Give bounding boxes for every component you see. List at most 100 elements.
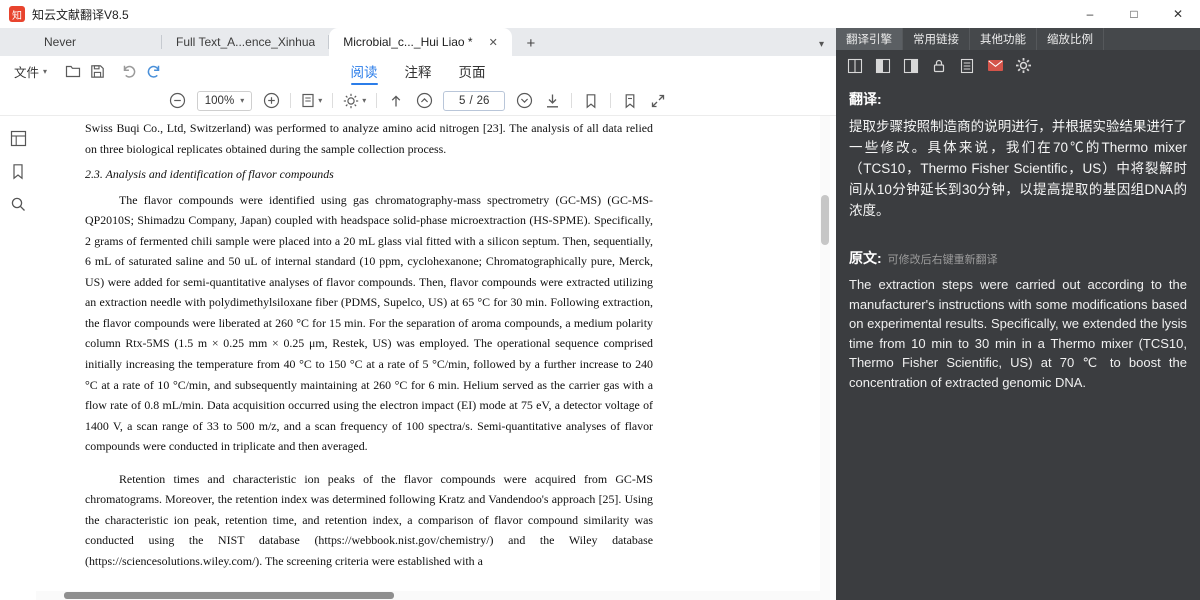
horizontal-scrollbar[interactable] — [36, 591, 820, 600]
bookmark-list-button[interactable] — [621, 90, 639, 112]
circle-chevron-up-icon — [416, 92, 433, 109]
left-pane-filled-icon — [875, 58, 891, 74]
window-controls: – □ ✕ — [1068, 0, 1200, 28]
lock-panel-button[interactable] — [930, 57, 948, 75]
app-logo-icon: 知 — [9, 6, 25, 22]
page-total: 26 — [477, 95, 490, 107]
chevron-down-icon: ▾ — [318, 96, 322, 105]
tab-translation-engine[interactable]: 翻译引擎 — [836, 28, 903, 50]
circle-plus-icon — [263, 92, 280, 109]
split-pane-icon — [847, 58, 863, 74]
source-label-row: 原文: 可修改后右键重新翻译 — [849, 248, 1187, 268]
source-text[interactable]: The extraction steps were carried out ac… — [849, 275, 1187, 392]
bookmark-lines-icon — [622, 93, 638, 109]
vertical-scrollbar-thumb[interactable] — [821, 195, 829, 245]
lock-icon — [931, 58, 947, 74]
brightness-dropdown[interactable]: ▾ — [343, 90, 366, 112]
view-mode-tabs: 阅读 注释 页面 — [0, 56, 836, 86]
previous-page-button[interactable] — [415, 90, 433, 112]
toolbar-separator — [571, 93, 572, 108]
tab-annotate[interactable]: 注释 — [405, 56, 432, 86]
search-icon — [10, 196, 27, 213]
thumbnails-icon — [10, 130, 27, 147]
bookmark-icon — [10, 163, 26, 180]
pdf-toolbar: 100% ▾ ▾ ▾ 5 / 26 — [0, 86, 836, 116]
section-heading[interactable]: 2.3. Analysis and identification of flav… — [85, 164, 653, 185]
tab-label: Never — [44, 35, 76, 49]
toolbar-separator — [290, 93, 291, 108]
layout-split-button[interactable] — [846, 57, 864, 75]
panel-icon-row — [836, 50, 1200, 78]
page-layout-icon — [301, 93, 315, 108]
tab-common-links[interactable]: 常用链接 — [903, 28, 970, 50]
next-page-button[interactable] — [515, 90, 533, 112]
right-pane-filled-icon — [903, 58, 919, 74]
feedback-mail-button[interactable] — [986, 57, 1004, 75]
minimize-button[interactable]: – — [1068, 0, 1112, 28]
source-hint: 可修改后右键重新翻译 — [888, 251, 998, 267]
document-paragraph[interactable]: The flavor compounds were identified usi… — [85, 190, 653, 457]
maximize-button[interactable]: □ — [1112, 0, 1156, 28]
document-paragraph[interactable]: Swiss Buqi Co., Ltd, Switzerland) was pe… — [85, 118, 653, 159]
toolbar-separator — [376, 93, 377, 108]
source-label: 原文: — [849, 248, 882, 268]
app-window: 知 知云文献翻译V8.5 – □ ✕ Never Full Text_A...e… — [0, 0, 1200, 600]
tab-label: Microbial_c..._Hui Liao * — [343, 35, 472, 49]
chevron-down-icon: ▾ — [240, 96, 244, 105]
tab-read[interactable]: 阅读 — [351, 56, 378, 86]
fullscreen-button[interactable] — [649, 90, 667, 112]
pdf-page: Swiss Buqi Co., Ltd, Switzerland) was pe… — [36, 116, 820, 600]
pages-button[interactable] — [958, 57, 976, 75]
arrow-up-icon — [388, 93, 404, 109]
document-tabstrip: Never Full Text_A...ence_Xinhua Microbia… — [0, 28, 836, 56]
toolbar-separator — [610, 93, 611, 108]
translation-text: 提取步骤按照制造商的说明进行，并根据实验结果进行了一些修改。具体来说，我们在70… — [849, 116, 1187, 221]
page-current: 5 — [459, 95, 465, 107]
app-title: 知云文献翻译V8.5 — [32, 6, 129, 23]
zoom-out-button[interactable] — [169, 90, 187, 112]
vertical-scrollbar[interactable] — [820, 116, 830, 600]
tab-close-icon[interactable]: ✕ — [489, 36, 498, 49]
page-separator: / — [469, 95, 472, 107]
document-paragraph[interactable]: Retention times and characteristic ion p… — [85, 469, 653, 572]
tab-overflow-chevron-icon[interactable]: ▾ — [819, 39, 824, 50]
horizontal-scrollbar-thumb[interactable] — [64, 592, 394, 599]
page-layout-dropdown[interactable]: ▾ — [301, 90, 322, 112]
zoom-level-dropdown[interactable]: 100% ▾ — [197, 91, 252, 111]
download-icon — [544, 93, 561, 109]
zoom-level-value: 100% — [205, 95, 234, 107]
add-bookmark-button[interactable] — [582, 90, 600, 112]
new-tab-button[interactable]: + — [518, 31, 544, 55]
chevron-down-icon: ▾ — [362, 96, 366, 105]
search-button[interactable] — [8, 194, 28, 214]
left-rail — [0, 116, 36, 600]
panel-tabstrip: 翻译引擎 常用链接 其他功能 缩放比例 — [836, 28, 1200, 50]
page-number-input[interactable]: 5 / 26 — [443, 91, 505, 111]
tab-zoom-ratio[interactable]: 缩放比例 — [1037, 28, 1104, 50]
zoom-in-button[interactable] — [262, 90, 280, 112]
circle-chevron-down-icon — [516, 92, 533, 109]
tab-microbial-active[interactable]: Microbial_c..._Hui Liao * ✕ — [329, 28, 512, 56]
tab-other-functions[interactable]: 其他功能 — [970, 28, 1037, 50]
settings-button[interactable] — [1014, 57, 1032, 75]
layout-right-pane-button[interactable] — [902, 57, 920, 75]
tab-label: Full Text_A...ence_Xinhua — [176, 35, 315, 49]
menubar: 文件 ▾ 阅读 注释 页面 — [0, 56, 836, 86]
pdf-text-layer[interactable]: Swiss Buqi Co., Ltd, Switzerland) was pe… — [85, 118, 653, 600]
thumbnails-button[interactable] — [8, 128, 28, 148]
layout-left-pane-button[interactable] — [874, 57, 892, 75]
download-button[interactable] — [543, 90, 561, 112]
titlebar: 知 知云文献翻译V8.5 – □ ✕ — [0, 0, 1200, 28]
tab-never[interactable]: Never — [30, 28, 162, 56]
expand-icon — [650, 93, 666, 109]
brightness-icon — [343, 93, 359, 109]
circle-minus-icon — [169, 92, 186, 109]
toolbar-separator — [332, 93, 333, 108]
tab-page[interactable]: 页面 — [459, 56, 486, 86]
bookmarks-button[interactable] — [8, 161, 28, 181]
close-button[interactable]: ✕ — [1156, 0, 1200, 28]
tab-fulltext[interactable]: Full Text_A...ence_Xinhua — [162, 28, 329, 56]
scroll-to-top-button[interactable] — [387, 90, 405, 112]
gear-icon — [1015, 57, 1032, 74]
document-lines-icon — [959, 58, 975, 74]
